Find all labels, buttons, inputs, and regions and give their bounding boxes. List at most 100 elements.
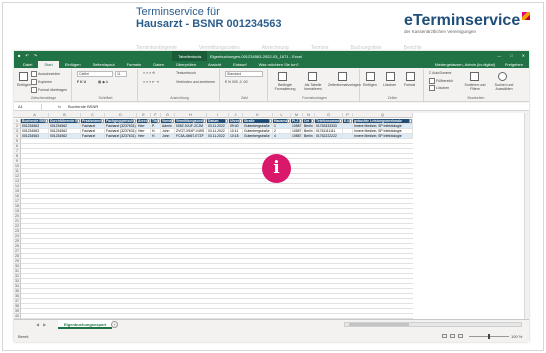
formula-input[interactable]: Buchende BSNR <box>68 104 98 110</box>
maximize-button[interactable]: □ <box>510 53 512 58</box>
column-header[interactable]: J <box>229 113 243 118</box>
sheet-tab[interactable]: Eigenbuchungsexport <box>58 320 113 329</box>
zoom-level[interactable]: 100 % <box>511 334 522 339</box>
column-header[interactable]: G <box>161 113 175 118</box>
name-box[interactable]: A1 <box>16 104 42 110</box>
filter-dropdown-icon[interactable] <box>311 119 314 123</box>
filter-dropdown-icon[interactable] <box>147 119 150 123</box>
tab-page-layout[interactable]: Seitenlayout <box>87 61 121 68</box>
bold-button[interactable]: F K U <box>77 80 86 84</box>
column-header[interactable]: M <box>291 113 303 118</box>
brand-logo[interactable]: eTerminservice <box>404 12 531 30</box>
filter-dropdown-icon[interactable] <box>287 119 290 123</box>
cell-styles-icon[interactable] <box>338 72 347 81</box>
format-cells-button[interactable]: Format <box>404 83 415 87</box>
tell-me-search[interactable]: Was möchten Sie tun? <box>253 61 305 68</box>
filter-dropdown-icon[interactable] <box>171 119 174 123</box>
wrap-text-button[interactable]: Textumbruch <box>176 71 196 75</box>
insert-cells-button[interactable]: Einfügen <box>363 83 377 87</box>
find-select-button[interactable]: Suchen und Auswählen <box>490 83 518 91</box>
fx-icon[interactable]: fx <box>58 104 61 110</box>
prev-sheet-icon[interactable]: ◀ <box>36 322 39 327</box>
merge-center-button[interactable]: Verbinden und zentrieren <box>176 80 215 84</box>
scroll-thumb[interactable] <box>349 323 409 326</box>
column-header[interactable]: E <box>137 113 151 118</box>
spreadsheet-grid[interactable]: A B C D E F G H I J K L M N O P Q 1 Buchende BSNR Durchführ… <box>14 113 529 319</box>
page-break-icon[interactable] <box>458 334 463 338</box>
filter-dropdown-icon[interactable] <box>101 119 104 123</box>
tab-insert[interactable]: Einfügen <box>59 61 87 68</box>
cell-styles-button[interactable]: Zellenformatvorlagen <box>328 83 361 87</box>
next-sheet-icon[interactable]: ▶ <box>43 322 46 327</box>
tab-file[interactable]: Datei <box>17 61 38 68</box>
format-painter-button[interactable]: Format übertragen <box>31 87 67 93</box>
zoom-knob[interactable] <box>488 334 490 339</box>
column-header[interactable]: C <box>81 113 105 118</box>
filter-dropdown-icon[interactable] <box>409 119 412 123</box>
tab-design[interactable]: Entwurf <box>227 61 253 68</box>
tab-formulas[interactable]: Formeln <box>121 61 148 68</box>
filter-dropdown-icon[interactable] <box>203 119 206 123</box>
paste-icon[interactable] <box>19 72 28 81</box>
filter-dropdown-icon[interactable] <box>77 119 80 123</box>
filter-dropdown-icon[interactable] <box>133 119 136 123</box>
vertical-scrollbar[interactable] <box>524 113 529 319</box>
tab-review[interactable]: Überprüfen <box>170 61 202 68</box>
column-header[interactable]: L <box>273 113 291 118</box>
tab-home[interactable]: Start <box>38 61 59 68</box>
column-header[interactable]: N <box>303 113 315 118</box>
normal-view-icon[interactable] <box>442 334 447 338</box>
fill-button[interactable]: Füllbereich <box>429 78 453 84</box>
sort-filter-button[interactable]: Sortieren und Filtern <box>462 83 488 91</box>
format-as-table-button[interactable]: Als Tabelle formatieren <box>300 83 326 91</box>
filter-dropdown-icon[interactable] <box>45 119 48 123</box>
column-header[interactable]: B <box>49 113 81 118</box>
align-left-icon[interactable]: ≡ ≡ ≡ ⇤ ⇥ <box>143 80 159 84</box>
borders-icon[interactable]: ▦ ◆ A <box>98 80 108 84</box>
column-header[interactable]: Q <box>353 113 413 118</box>
close-button[interactable]: ✕ <box>522 53 525 58</box>
filter-dropdown-icon[interactable] <box>349 119 352 123</box>
user-name[interactable]: Niedergelassen, Admin (kv.digital) <box>429 61 499 68</box>
filter-dropdown-icon[interactable] <box>299 119 302 123</box>
horizontal-scrollbar[interactable] <box>344 322 522 327</box>
number-format-select[interactable]: Standard <box>225 71 263 77</box>
conditional-format-icon[interactable] <box>278 72 287 81</box>
font-size-select[interactable]: 11 <box>115 71 127 77</box>
tab-view[interactable]: Ansicht <box>202 61 227 68</box>
column-header[interactable]: D <box>105 113 137 118</box>
column-header[interactable]: P <box>343 113 353 118</box>
copy-button[interactable]: Kopieren <box>31 79 52 85</box>
format-cells-icon[interactable] <box>406 72 415 81</box>
delete-cells-button[interactable]: Löschen <box>383 83 396 87</box>
filter-dropdown-icon[interactable] <box>269 119 272 123</box>
cut-button[interactable]: Ausschneiden <box>31 71 60 77</box>
font-name-select[interactable]: Calibri <box>77 71 113 77</box>
sort-filter-icon[interactable] <box>470 72 479 81</box>
column-header[interactable]: A <box>21 113 49 118</box>
percent-icon[interactable]: € % 000 ,0 ,00 <box>225 80 248 84</box>
add-sheet-button[interactable]: + <box>111 321 118 328</box>
page-layout-icon[interactable] <box>450 334 455 338</box>
tab-data[interactable]: Daten <box>147 61 170 68</box>
undo-icon[interactable]: ↶ <box>25 53 28 58</box>
delete-cells-icon[interactable] <box>386 72 395 81</box>
info-icon[interactable]: i <box>262 154 291 183</box>
paste-button[interactable]: Einfügen <box>17 83 31 87</box>
column-header[interactable]: F <box>151 113 161 118</box>
share-button[interactable]: Freigeben <box>499 61 529 68</box>
conditional-format-button[interactable]: Bedingte Formatierung <box>272 83 298 91</box>
autosum-button[interactable]: Σ AutoSumme <box>429 71 451 75</box>
clear-button[interactable]: Löschen <box>429 85 449 91</box>
column-header[interactable]: I <box>207 113 229 118</box>
insert-cells-icon[interactable] <box>366 72 375 81</box>
align-top-icon[interactable]: ≡ ≡ ≡ ⟲ <box>143 71 155 75</box>
minimize-button[interactable]: — <box>497 53 501 58</box>
redo-icon[interactable]: ↷ <box>34 53 37 58</box>
column-header[interactable]: K <box>243 113 273 118</box>
filter-dropdown-icon[interactable] <box>225 119 228 123</box>
search-icon[interactable] <box>498 72 507 81</box>
save-icon[interactable]: ■ <box>18 53 20 58</box>
filter-dropdown-icon[interactable] <box>157 119 160 123</box>
filter-dropdown-icon[interactable] <box>239 119 242 123</box>
